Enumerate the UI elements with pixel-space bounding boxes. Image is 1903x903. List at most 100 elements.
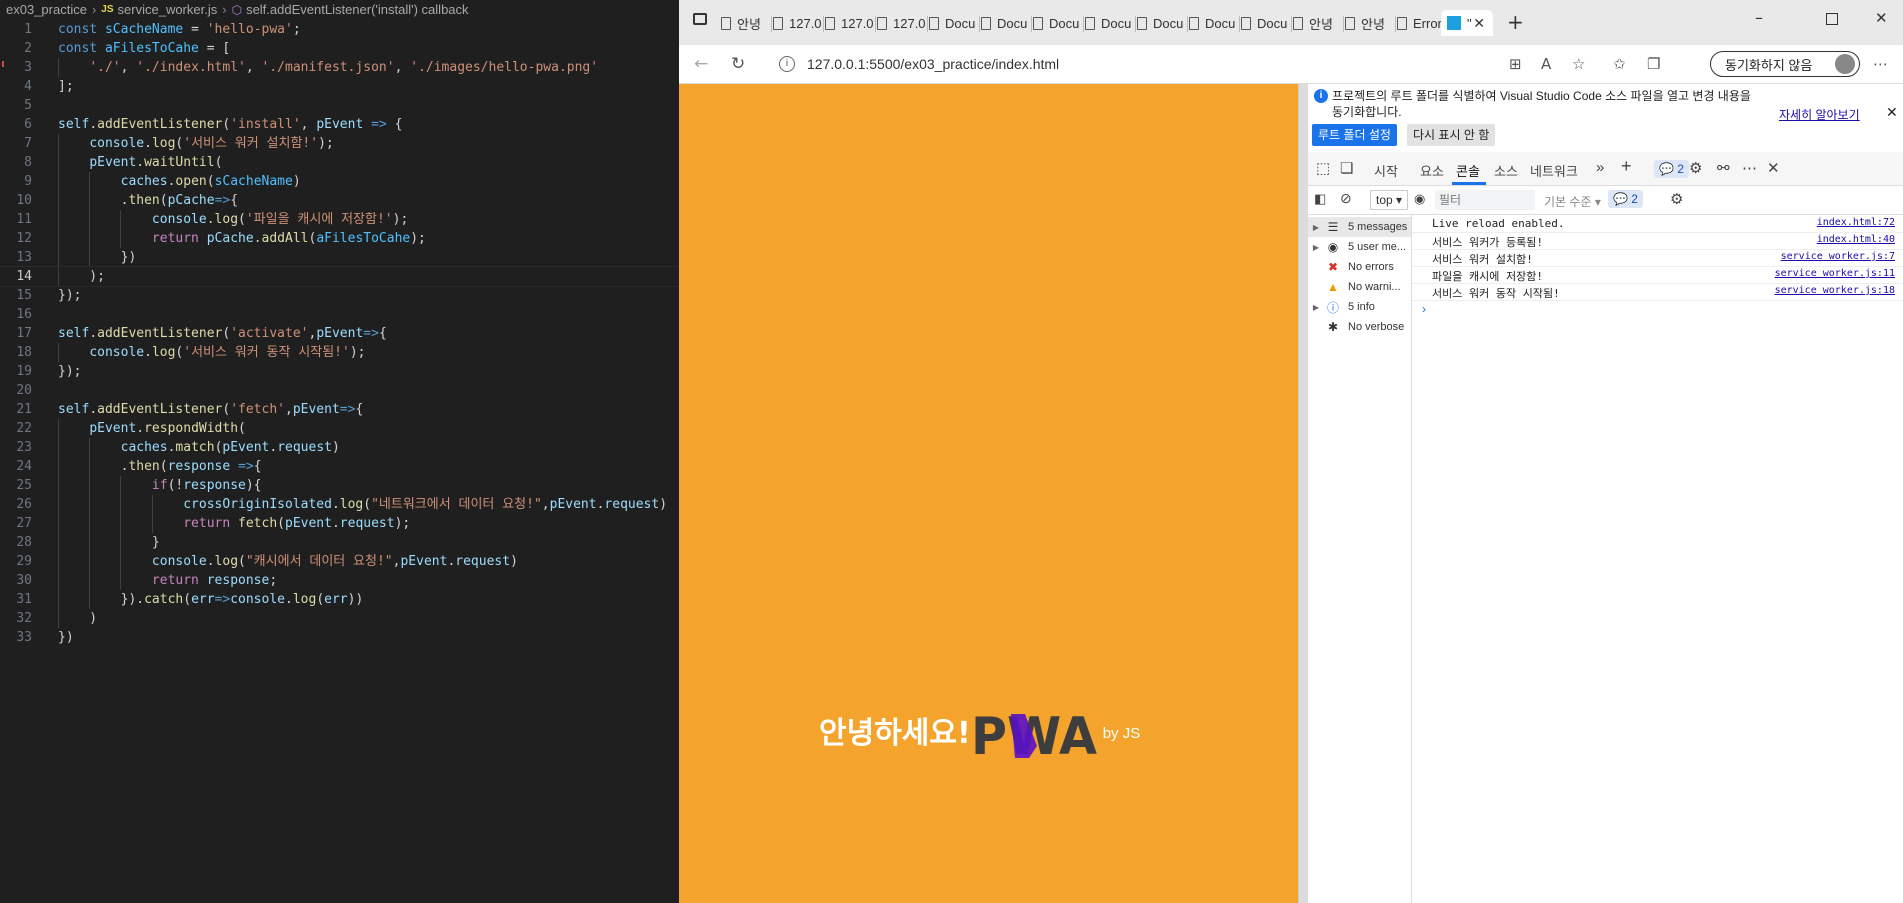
settings-gear-icon[interactable]: ⚙: [1689, 159, 1702, 177]
code-line[interactable]: 13 }): [0, 248, 679, 267]
favorites-icon[interactable]: ✩: [1613, 55, 1626, 73]
code-line[interactable]: 22 pEvent.respondWidth(: [0, 419, 679, 438]
code-line[interactable]: 21 self.addEventListener('fetch',pEvent=>…: [0, 400, 679, 419]
code-line[interactable]: 33}): [0, 628, 679, 647]
maximize-icon[interactable]: [1826, 13, 1838, 25]
tab-5[interactable]: Docu: [929, 10, 977, 36]
tab-network[interactable]: 네트워크: [1530, 161, 1578, 180]
read-aloud-icon[interactable]: A: [1541, 55, 1551, 73]
console-settings-gear-icon[interactable]: ⚙: [1670, 190, 1683, 208]
sidebar-item-list[interactable]: ▶ ☰ 5 messages: [1308, 217, 1411, 237]
tab-13[interactable]: 안녕: [1345, 10, 1393, 36]
code-line[interactable]: 9 caches.open(sCacheName): [0, 172, 679, 191]
code-area[interactable]: 1 const sCacheName = 'hello-pwa'; 2 const a…: [0, 20, 679, 647]
set-root-folder-button[interactable]: 루트 폴더 설정: [1312, 124, 1397, 146]
code-line[interactable]: 17 self.addEventListener('activate',pEven…: [0, 324, 679, 343]
profile-sync-button[interactable]: 동기화하지 않음: [1710, 51, 1860, 77]
code-line[interactable]: 24 .then(response =>{: [0, 457, 679, 476]
expand-triangle-icon[interactable]: ▶: [1308, 243, 1324, 252]
code-line[interactable]: 14 );: [0, 266, 679, 287]
tab-2[interactable]: 127.0: [773, 10, 821, 36]
code-line[interactable]: 32 ): [0, 609, 679, 628]
code-line[interactable]: 12 return pCache.addAll(aFilesToCahe);: [0, 229, 679, 248]
code-line[interactable]: 26 crossOriginIsolated.log("네트워크에서 데이터 요…: [0, 495, 679, 514]
add-tab-icon[interactable]: +: [1621, 156, 1632, 177]
expand-triangle-icon[interactable]: ▶: [1308, 303, 1324, 312]
sidebar-item-info[interactable]: ▶ ⓘ 5 info: [1308, 297, 1411, 317]
code-line[interactable]: 29 console.log("캐시에서 데이터 요청!",pEvent.req…: [0, 552, 679, 571]
collections-icon[interactable]: ❐: [1647, 55, 1660, 73]
sidebar-item-error[interactable]: ✖ No errors: [1308, 257, 1411, 277]
console-source-link[interactable]: index.html:40: [1817, 234, 1895, 245]
url-field[interactable]: i 127.0.0.1:5500/ex03_practice/index.htm…: [779, 50, 1419, 78]
breadcrumb-folder[interactable]: ex03_practice: [6, 2, 87, 17]
code-line[interactable]: 15});: [0, 286, 679, 305]
app-available-icon[interactable]: ⊞: [1509, 55, 1522, 73]
code-line[interactable]: 8 pEvent.waitUntil(: [0, 153, 679, 172]
code-line[interactable]: 4];: [0, 77, 679, 96]
tab-actions-icon[interactable]: [693, 13, 707, 25]
tab-3[interactable]: 127.0: [825, 10, 873, 36]
sidebar-item-bug[interactable]: ✱ No verbose: [1308, 317, 1411, 337]
code-line[interactable]: 3 './', './index.html', './manifest.json…: [0, 58, 679, 77]
console-source-link[interactable]: service worker.js:7: [1781, 251, 1895, 262]
add-favorite-icon[interactable]: ☆: [1572, 55, 1585, 73]
context-select[interactable]: top ▾: [1370, 190, 1408, 210]
tab-12[interactable]: 안녕: [1293, 10, 1341, 36]
dont-show-again-button[interactable]: 다시 표시 안 함: [1407, 124, 1496, 146]
back-icon[interactable]: ←: [694, 54, 708, 74]
tab-sources[interactable]: 소스: [1494, 161, 1518, 180]
code-line[interactable]: 2 const aFilesToCahe = [: [0, 39, 679, 58]
code-line[interactable]: 10 .then(pCache=>{: [0, 191, 679, 210]
issues-badge[interactable]: 💬 2: [1608, 190, 1643, 208]
breadcrumb-symbol[interactable]: self.addEventListener('install') callbac…: [246, 2, 468, 17]
tab-console[interactable]: 콘솔: [1456, 161, 1480, 180]
code-line[interactable]: 28 }: [0, 533, 679, 552]
code-line[interactable]: 18 console.log('서비스 워커 동작 시작됨!');: [0, 343, 679, 362]
live-expression-eye-icon[interactable]: ◉: [1414, 191, 1425, 207]
more-options-icon[interactable]: ⋯: [1873, 55, 1888, 73]
code-line[interactable]: 5: [0, 96, 679, 115]
code-line[interactable]: 30 return response;: [0, 571, 679, 590]
console-prompt[interactable]: ›: [1422, 302, 1426, 316]
inspect-icon[interactable]: ⬚: [1316, 159, 1330, 177]
console-output[interactable]: Live reload enabled. index.html:72 서비스 워커가…: [1412, 215, 1903, 903]
tab-8[interactable]: Docu: [1085, 10, 1133, 36]
learn-more-link[interactable]: 자세히 알아보기: [1779, 106, 1860, 123]
close-tab-icon[interactable]: ✕: [1473, 15, 1485, 32]
console-source-link[interactable]: service worker.js:18: [1775, 285, 1895, 296]
tab-7[interactable]: Docu: [1033, 10, 1081, 36]
tab-1[interactable]: 안녕: [721, 10, 769, 36]
refresh-icon[interactable]: ↻: [731, 54, 745, 74]
expand-triangle-icon[interactable]: ▶: [1308, 223, 1324, 232]
tab-11[interactable]: Docu: [1241, 10, 1289, 36]
code-line[interactable]: 19});: [0, 362, 679, 381]
connection-icon[interactable]: ⚯: [1717, 159, 1730, 177]
sidebar-item-warning[interactable]: ▲ No warni...: [1308, 277, 1411, 297]
code-line[interactable]: 20: [0, 381, 679, 400]
code-line[interactable]: 1 const sCacheName = 'hello-pwa';: [0, 20, 679, 39]
minimize-icon[interactable]: –: [1755, 8, 1763, 27]
tab-active[interactable]: " ✕: [1441, 10, 1493, 36]
tab-elements[interactable]: 요소: [1420, 161, 1444, 180]
new-tab-icon[interactable]: +: [1507, 10, 1524, 34]
clear-console-icon[interactable]: ⊘: [1340, 190, 1352, 207]
sidebar-toggle-icon[interactable]: ◧: [1314, 191, 1326, 207]
tab-6[interactable]: Docu: [981, 10, 1029, 36]
code-line[interactable]: 11 console.log('파일을 캐시에 저장함!');: [0, 210, 679, 229]
console-source-link[interactable]: index.html:72: [1817, 217, 1895, 228]
filter-input[interactable]: 필터: [1435, 190, 1535, 210]
tab-welcome[interactable]: 시작: [1374, 161, 1398, 180]
device-emulation-icon[interactable]: ❏: [1340, 159, 1353, 177]
tab-9[interactable]: Docu: [1137, 10, 1185, 36]
more-options-icon[interactable]: ⋯: [1742, 159, 1757, 177]
console-source-link[interactable]: service worker.js:11: [1775, 268, 1895, 279]
sidebar-item-user[interactable]: ▶ ◉ 5 user me...: [1308, 237, 1411, 257]
site-info-icon[interactable]: i: [779, 56, 795, 72]
code-line[interactable]: 23 caches.match(pEvent.request): [0, 438, 679, 457]
code-line[interactable]: 16: [0, 305, 679, 324]
log-levels-dropdown[interactable]: 기본 수준 ▾: [1544, 193, 1601, 210]
code-line[interactable]: 7 console.log('서비스 워커 설치함!');: [0, 134, 679, 153]
code-line[interactable]: 27 return fetch(pEvent.request);: [0, 514, 679, 533]
more-tabs-icon[interactable]: »: [1596, 159, 1604, 176]
